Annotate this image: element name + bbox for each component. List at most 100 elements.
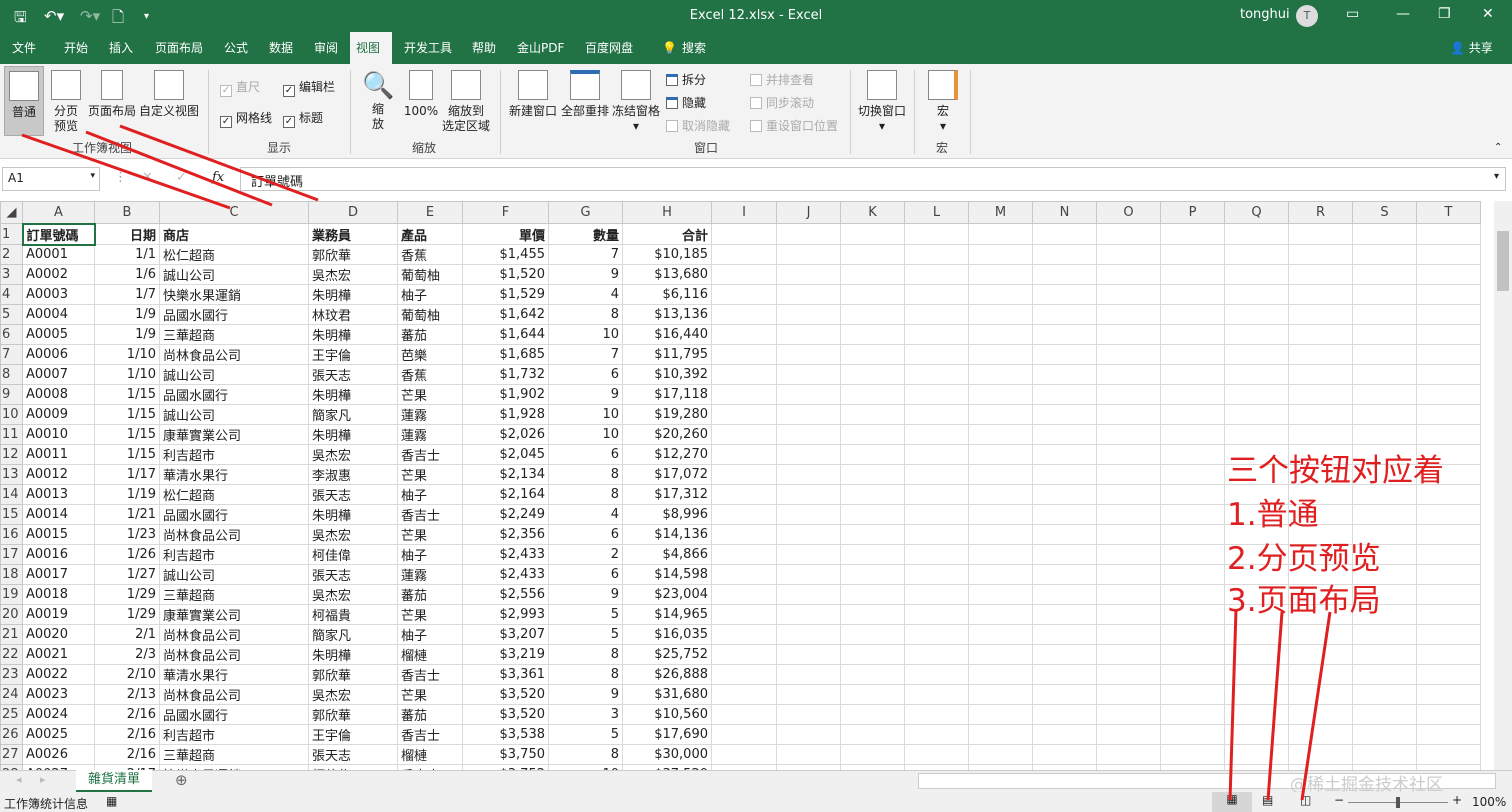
cell[interactable] [1224, 684, 1289, 705]
cell[interactable]: 吳杰宏 [308, 444, 398, 465]
cell[interactable] [1416, 324, 1481, 345]
cell[interactable]: 8 [548, 484, 623, 505]
cell[interactable] [1096, 244, 1161, 265]
cell[interactable]: A0002 [22, 264, 95, 285]
cell[interactable] [1224, 244, 1289, 265]
cell[interactable] [1416, 564, 1481, 585]
cell[interactable] [1416, 504, 1481, 525]
cell[interactable] [711, 744, 777, 765]
cell[interactable] [904, 384, 969, 405]
cell[interactable]: 1/15 [94, 444, 160, 465]
cell[interactable] [1224, 404, 1289, 425]
cell[interactable] [1352, 704, 1417, 725]
cell[interactable] [776, 564, 841, 585]
cell[interactable] [711, 324, 777, 345]
cell[interactable]: 7 [548, 244, 623, 265]
cell[interactable] [968, 604, 1033, 625]
cell[interactable]: 品國水國行 [159, 384, 309, 405]
cell[interactable] [711, 364, 777, 385]
cell[interactable] [1096, 223, 1161, 245]
cell[interactable]: 芒果 [397, 524, 463, 545]
cell[interactable] [1352, 624, 1417, 645]
cell[interactable] [1288, 404, 1353, 425]
cell[interactable] [968, 464, 1033, 485]
cell[interactable]: 松仁超商 [159, 244, 309, 265]
cell[interactable] [1352, 244, 1417, 265]
cell[interactable] [904, 544, 969, 565]
tab-home[interactable]: 开始 [58, 32, 94, 64]
row-header[interactable]: 4 [0, 284, 23, 305]
cell[interactable]: $2,249 [462, 504, 549, 525]
row-header[interactable]: 15 [0, 504, 23, 525]
cell[interactable] [904, 744, 969, 765]
cell[interactable]: 芭樂 [397, 344, 463, 365]
cell[interactable] [1224, 704, 1289, 725]
cell[interactable]: 蓮霧 [397, 424, 463, 445]
cell[interactable] [776, 244, 841, 265]
row-header[interactable]: 16 [0, 524, 23, 545]
cell[interactable] [711, 223, 777, 245]
cell[interactable]: $2,556 [462, 584, 549, 605]
cell[interactable] [1032, 223, 1097, 245]
cell[interactable]: $2,134 [462, 464, 549, 485]
cell[interactable] [968, 684, 1033, 705]
cell[interactable]: 4 [548, 504, 623, 525]
cell[interactable] [1288, 244, 1353, 265]
cell[interactable] [1224, 284, 1289, 305]
cell[interactable]: 香吉士 [397, 504, 463, 525]
cell[interactable]: 蕃茄 [397, 584, 463, 605]
cell[interactable] [904, 484, 969, 505]
cell[interactable]: 朱明樺 [308, 644, 398, 665]
cell[interactable] [840, 304, 905, 325]
headings-checkbox[interactable]: ✓ 标题 [283, 109, 323, 128]
hide-button[interactable]: 隐藏 [666, 94, 706, 111]
vertical-scrollbar[interactable] [1494, 201, 1512, 770]
cell[interactable] [840, 244, 905, 265]
cell[interactable] [711, 304, 777, 325]
cell[interactable] [1352, 344, 1417, 365]
cell[interactable]: 8 [548, 664, 623, 685]
cell[interactable] [1352, 424, 1417, 445]
cell[interactable] [1416, 384, 1481, 405]
zoom-level[interactable]: 100% [1472, 795, 1506, 809]
cell[interactable] [776, 444, 841, 465]
row-header[interactable]: 20 [0, 604, 23, 625]
cell[interactable] [1416, 624, 1481, 645]
cell[interactable] [1352, 744, 1417, 765]
cell[interactable]: 誠山公司 [159, 404, 309, 425]
cell[interactable]: 吳杰宏 [308, 264, 398, 285]
cell[interactable] [1288, 684, 1353, 705]
cell[interactable] [1096, 384, 1161, 405]
cell[interactable] [776, 304, 841, 325]
cell[interactable] [1096, 624, 1161, 645]
column-header[interactable]: N [1032, 201, 1097, 224]
row-header[interactable]: 3 [0, 264, 23, 285]
cell[interactable] [711, 684, 777, 705]
cell[interactable]: 王宇倫 [308, 724, 398, 745]
cell[interactable] [1096, 524, 1161, 545]
cell[interactable]: 1/1 [94, 244, 160, 265]
cell[interactable]: 芒果 [397, 464, 463, 485]
formula-input[interactable]: 訂單號碼 [240, 167, 1506, 191]
cell[interactable] [1288, 344, 1353, 365]
cell[interactable] [711, 424, 777, 445]
cell[interactable]: $10,560 [622, 704, 712, 725]
cell[interactable] [1416, 604, 1481, 625]
cell[interactable] [1032, 664, 1097, 685]
cell[interactable] [1032, 304, 1097, 325]
zoom-100-button[interactable]: 100% [402, 70, 440, 119]
cell[interactable] [904, 664, 969, 685]
cell[interactable] [1352, 644, 1417, 665]
cell[interactable]: $11,795 [622, 344, 712, 365]
column-header[interactable]: M [968, 201, 1033, 224]
cell[interactable] [711, 264, 777, 285]
cell[interactable] [1160, 544, 1225, 565]
cell[interactable]: 2/13 [94, 684, 160, 705]
cell[interactable] [1032, 704, 1097, 725]
cell[interactable] [968, 223, 1033, 245]
view-side-by-side-button[interactable]: 并排查看 [750, 71, 814, 88]
cell[interactable] [1032, 464, 1097, 485]
cell[interactable]: 朱明樺 [308, 284, 398, 305]
cell[interactable] [1096, 604, 1161, 625]
cell[interactable] [904, 424, 969, 445]
